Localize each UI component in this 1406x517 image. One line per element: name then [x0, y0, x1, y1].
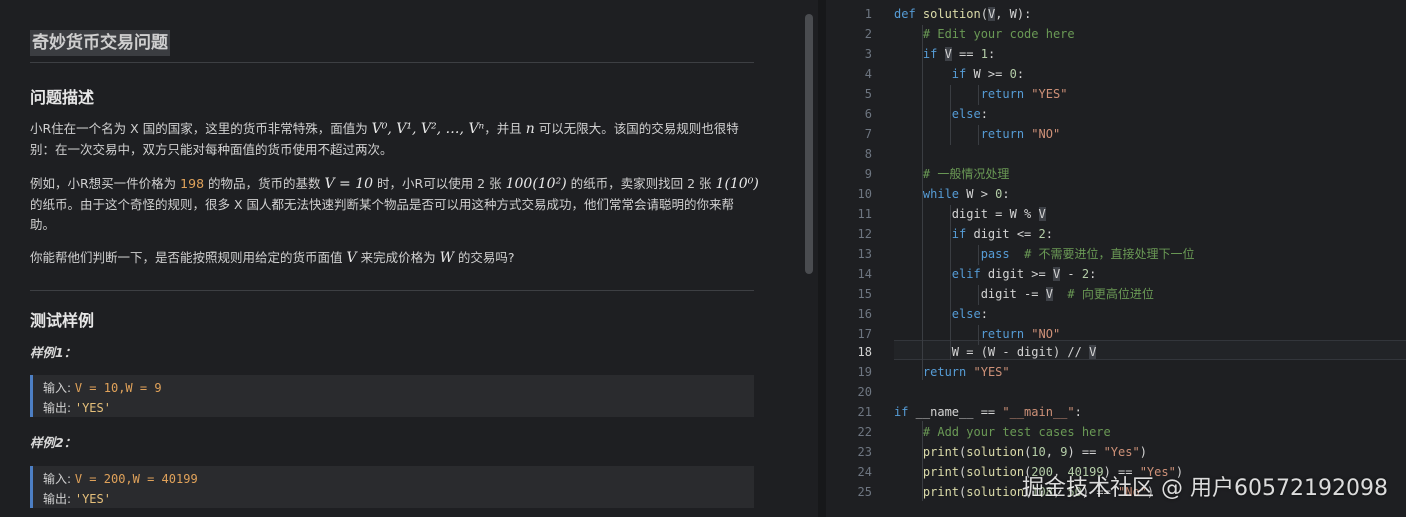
math-one: 1(10⁰)	[715, 176, 759, 192]
line-number: 7	[864, 127, 872, 141]
line-number: 11	[857, 207, 872, 221]
sample-2-input: 输入: V = 200,W = 40199	[43, 472, 198, 486]
line-number: 25	[857, 485, 872, 499]
line-number: 6	[864, 107, 872, 121]
code-line-21[interactable]: if __name__ == "__main__":	[894, 402, 1082, 422]
description-paragraph-1-line2: 别：在一次交易中，双方只能对每种面值的货币使用不超过两次。	[30, 142, 393, 157]
code-line-20[interactable]	[894, 382, 901, 402]
description-paragraph-2-line2: 的纸币。由于这个奇怪的规则，很多 X 国人都无法快速判断某个物品是否可以用这种方…	[30, 197, 735, 212]
line-number: 10	[857, 187, 872, 201]
code-line-12[interactable]: if digit <= 2:	[894, 224, 1053, 244]
description-paragraph-3: 你能帮他们判断一下，是否能按照规则用给定的货币面值 V 来完成价格为 W 的交易…	[30, 250, 515, 266]
line-number: 12	[857, 227, 872, 241]
description-paragraph-1: 小R住在一个名为 X 国的国家，这里的货币非常特殊，面值为 V⁰, V¹, V²…	[30, 121, 739, 137]
line-number: 14	[857, 267, 872, 281]
pane-divider[interactable]	[818, 0, 826, 517]
code-line-8[interactable]	[894, 144, 901, 164]
line-number: 15	[857, 287, 872, 301]
code-editor[interactable]: 1 2 3 4 5 6 7 8 9 10 11 12 13 14 15 16 17 18 19 20 21 22 23 24 2…	[826, 0, 1406, 517]
description-paragraph-2: 例如，小R想买一件价格为 198 的物品，货币的基数 V = 10 时，小R可以…	[30, 176, 759, 192]
price-value: 198	[180, 176, 205, 191]
code-line-7[interactable]: return "NO"	[894, 124, 1061, 144]
math-denominations: V⁰, V¹, V², …, Vⁿ	[371, 121, 485, 137]
problem-scrollbar-thumb[interactable]	[805, 14, 813, 274]
line-number: 2	[864, 27, 872, 41]
code-line-4[interactable]: if W >= 0:	[894, 64, 1024, 84]
math-v-equals: V = 10	[324, 176, 374, 192]
code-line-10[interactable]: while W > 0:	[894, 184, 1010, 204]
code-line-16[interactable]: else:	[894, 304, 988, 324]
math-hundred: 100(10²)	[505, 176, 567, 192]
code-line-9[interactable]: # 一般情况处理	[894, 164, 1009, 184]
line-number: 13	[857, 247, 872, 261]
code-line-5[interactable]: return "YES"	[894, 84, 1068, 104]
problem-title: 奇妙货币交易问题	[30, 30, 170, 56]
line-number: 16	[857, 307, 872, 321]
code-line-1[interactable]: def solution(V, W):	[894, 4, 1031, 24]
line-number: 3	[864, 47, 872, 61]
code-line-11[interactable]: digit = W % V	[894, 204, 1046, 224]
line-number: 24	[857, 465, 872, 479]
samples-heading: 测试样例	[30, 311, 95, 330]
line-number: 1	[864, 7, 872, 21]
sample-1-input: 输入: V = 10,W = 9	[43, 381, 162, 395]
code-line-23[interactable]: print(solution(10, 9) == "Yes")	[894, 442, 1147, 462]
line-number: 17	[857, 327, 872, 341]
math-n: n	[525, 121, 535, 137]
line-number: 23	[857, 445, 872, 459]
title-divider	[30, 62, 754, 63]
code-line-22[interactable]: # Add your test cases here	[894, 422, 1111, 442]
sample-1-box: 输入: V = 10,W = 9 输出: 'YES'	[30, 375, 754, 417]
code-line-19[interactable]: return "YES"	[894, 362, 1010, 382]
code-line-6[interactable]: else:	[894, 104, 988, 124]
code-line-18[interactable]: W = (W - digit) // V	[894, 342, 1097, 362]
line-number: 9	[864, 167, 872, 181]
code-line-15[interactable]: digit -= V # 向更高位进位	[894, 284, 1154, 304]
line-number: 5	[864, 87, 872, 101]
code-line-14[interactable]: elif digit >= V - 2:	[894, 264, 1096, 284]
problem-pane: 奇妙货币交易问题 问题描述 小R住在一个名为 X 国的国家，这里的货币非常特殊，…	[0, 0, 818, 517]
code-line-3[interactable]: if V == 1:	[894, 44, 995, 64]
problem-document: 奇妙货币交易问题	[30, 30, 754, 63]
sample-2-box: 输入: V = 200,W = 40199 输出: 'YES'	[30, 466, 754, 508]
line-number: 4	[864, 67, 872, 81]
math-v: V	[346, 250, 357, 266]
sample-1-title: 样例1：	[30, 345, 77, 360]
line-number: 21	[857, 405, 872, 419]
description-paragraph-2-line3: 助。	[30, 217, 56, 232]
code-line-2[interactable]: # Edit your code here	[894, 24, 1075, 44]
line-number: 8	[864, 147, 872, 161]
watermark: 掘金技术社区 @ 用户60572192098	[1022, 476, 1388, 501]
sample-2-title: 样例2：	[30, 435, 77, 450]
line-number: 22	[857, 425, 872, 439]
description-heading: 问题描述	[30, 88, 95, 107]
sample-2-output: 输出: 'YES'	[43, 492, 111, 506]
sample-1-output: 输出: 'YES'	[43, 401, 111, 415]
line-number: 20	[857, 385, 872, 399]
line-number: 18	[857, 345, 872, 359]
line-number: 19	[857, 365, 872, 379]
code-line-17[interactable]: return "NO"	[894, 324, 1061, 344]
math-w: W	[439, 250, 454, 266]
code-line-13[interactable]: pass # 不需要进位，直接处理下一位	[894, 244, 1195, 264]
section-divider	[30, 290, 754, 291]
